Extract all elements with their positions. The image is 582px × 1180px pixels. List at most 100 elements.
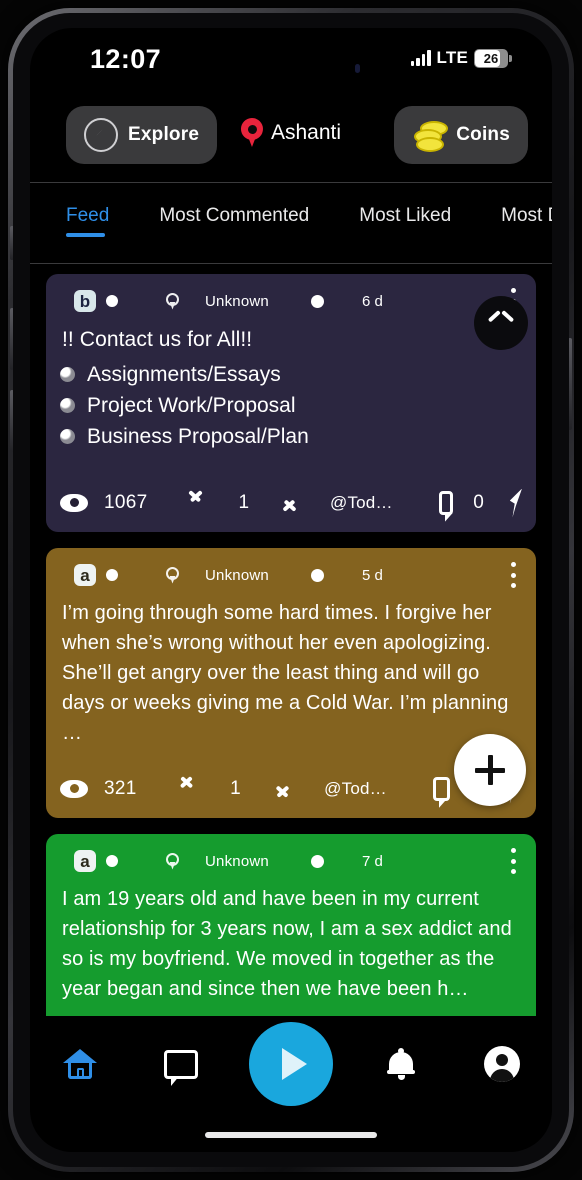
- post-actions: 321 1 @Tod… 2: [60, 760, 522, 818]
- profile-avatar-icon: [483, 1046, 520, 1082]
- play-icon: [281, 1048, 307, 1080]
- post-handle[interactable]: @Tod…: [324, 779, 387, 799]
- post-location: Unknown: [205, 566, 269, 584]
- map-pin-icon: [166, 852, 179, 870]
- bullet-label: Project Work/Proposal: [87, 394, 296, 417]
- network-type-label: LTE: [436, 48, 468, 67]
- feed-tabs[interactable]: Feed Most Commented Most Liked Most Dis: [30, 183, 552, 260]
- home-icon: [63, 1049, 98, 1079]
- chevron-up-icon: [489, 317, 513, 329]
- location-label: Ashanti: [270, 121, 342, 144]
- bottom-navigation: [30, 1016, 552, 1112]
- status-bar: 12:07 LTE 26: [30, 28, 552, 90]
- share-button[interactable]: [510, 489, 522, 518]
- nav-play-button[interactable]: [248, 1022, 333, 1106]
- map-pin-icon: [166, 292, 179, 310]
- status-clock: 12:07: [90, 44, 162, 74]
- bullet-icon: [60, 367, 75, 382]
- post-header: a Unknown 7 d: [60, 844, 522, 878]
- status-indicators: LTE 26: [410, 48, 512, 68]
- post-header: b Unknown 6 d: [60, 284, 522, 318]
- comment-button[interactable]: [438, 491, 454, 515]
- upvote-button[interactable]: [181, 783, 192, 795]
- post-age: 5 d: [361, 566, 383, 584]
- nav-chat-button[interactable]: [149, 1032, 213, 1096]
- eye-icon: [60, 780, 88, 798]
- coins-button[interactable]: Coins: [394, 106, 528, 164]
- post-menu-button[interactable]: [510, 848, 516, 874]
- post-card[interactable]: b Unknown 6 d !! Contact us for All!! As…: [46, 274, 536, 532]
- battery-percent-label: 26: [483, 50, 499, 66]
- feed-tabs-bar: Feed Most Commented Most Liked Most Dis: [30, 182, 552, 264]
- post-header: a Unknown 5 d: [60, 558, 522, 592]
- phone-screen: 12:07 LTE 26 Explore Ashanti Coins Feed …: [30, 28, 552, 1152]
- view-count: 1067: [104, 492, 148, 513]
- plus-icon: [475, 755, 505, 785]
- bullet-label: Assignments/Essays: [87, 363, 281, 386]
- dynamic-island-indicator: [355, 64, 360, 73]
- avatar: a: [74, 564, 96, 586]
- comment-button[interactable]: [432, 777, 450, 801]
- separator-dot: [310, 854, 324, 868]
- app-top-bar: Explore Ashanti Coins: [30, 90, 552, 182]
- battery-icon: 26: [474, 48, 512, 68]
- phone-frame: 12:07 LTE 26 Explore Ashanti Coins Feed …: [8, 8, 574, 1172]
- bullet-icon: [60, 398, 75, 413]
- avatar: a: [74, 850, 96, 872]
- bell-icon: [387, 1048, 416, 1080]
- vote-count: 1: [238, 492, 250, 513]
- separator-dot: [310, 568, 324, 582]
- tab-most-disliked-label: Most Dis: [501, 204, 552, 226]
- location-selector[interactable]: Ashanti: [240, 118, 342, 148]
- avatar: b: [74, 290, 96, 312]
- status-dot: [106, 855, 118, 867]
- tab-feed-label: Feed: [66, 204, 110, 226]
- tab-most-liked-label: Most Liked: [359, 204, 452, 226]
- post-age: 6 d: [361, 292, 383, 310]
- chat-bubble-icon: [163, 1049, 198, 1079]
- vote-count: 1: [230, 778, 241, 799]
- post-body: I am 19 years old and have been in my cu…: [62, 888, 512, 1000]
- signal-bars-icon: [410, 50, 431, 66]
- list-item: Business Proposal/Plan: [60, 421, 522, 452]
- downvote-button[interactable]: [285, 497, 294, 509]
- downvote-button[interactable]: [277, 783, 288, 795]
- view-count-group: 321: [60, 778, 137, 800]
- collapse-post-button[interactable]: [474, 296, 528, 350]
- compass-icon: [84, 118, 118, 152]
- post-handle[interactable]: @Tod…: [330, 493, 393, 513]
- list-item: Project Work/Proposal: [60, 390, 522, 421]
- map-pin-icon: [240, 118, 263, 148]
- post-title: !! Contact us for All!!: [62, 328, 253, 351]
- post-age: 7 d: [361, 852, 383, 870]
- tab-feed[interactable]: Feed: [66, 205, 109, 239]
- post-location: Unknown: [205, 852, 269, 870]
- upvote-button[interactable]: [191, 497, 200, 509]
- eye-icon: [60, 494, 88, 512]
- tab-most-commented-label: Most Commented: [159, 204, 310, 226]
- status-dot: [106, 295, 118, 307]
- view-count-group: 1067: [60, 492, 147, 514]
- home-indicator[interactable]: [205, 1132, 377, 1138]
- screenshot-root: 12:07 LTE 26 Explore Ashanti Coins Feed …: [0, 0, 582, 1180]
- separator-dot: [310, 294, 324, 308]
- bullet-icon: [60, 429, 75, 444]
- post-menu-button[interactable]: [510, 562, 516, 588]
- coins-label: Coins: [456, 124, 510, 145]
- tab-most-liked[interactable]: Most Liked: [359, 205, 451, 239]
- post-body: I’m going through some hard times. I for…: [62, 602, 509, 744]
- view-count: 321: [104, 778, 137, 799]
- status-dot: [106, 569, 118, 581]
- nav-profile-button[interactable]: [470, 1032, 534, 1096]
- comment-count: 0: [473, 492, 484, 513]
- explore-button[interactable]: Explore: [66, 106, 218, 164]
- list-item: Assignments/Essays: [60, 359, 522, 390]
- nav-home-button[interactable]: [48, 1032, 112, 1096]
- feed-list[interactable]: b Unknown 6 d !! Contact us for All!! As…: [30, 262, 552, 1052]
- tab-most-disliked[interactable]: Most Dis: [501, 205, 552, 239]
- nav-notifications-button[interactable]: [369, 1032, 433, 1096]
- post-bullet-list: Assignments/Essays Project Work/Proposal…: [60, 359, 522, 452]
- tab-most-commented[interactable]: Most Commented: [159, 205, 309, 239]
- create-post-button[interactable]: [454, 734, 526, 806]
- coins-stack-icon: [412, 121, 449, 152]
